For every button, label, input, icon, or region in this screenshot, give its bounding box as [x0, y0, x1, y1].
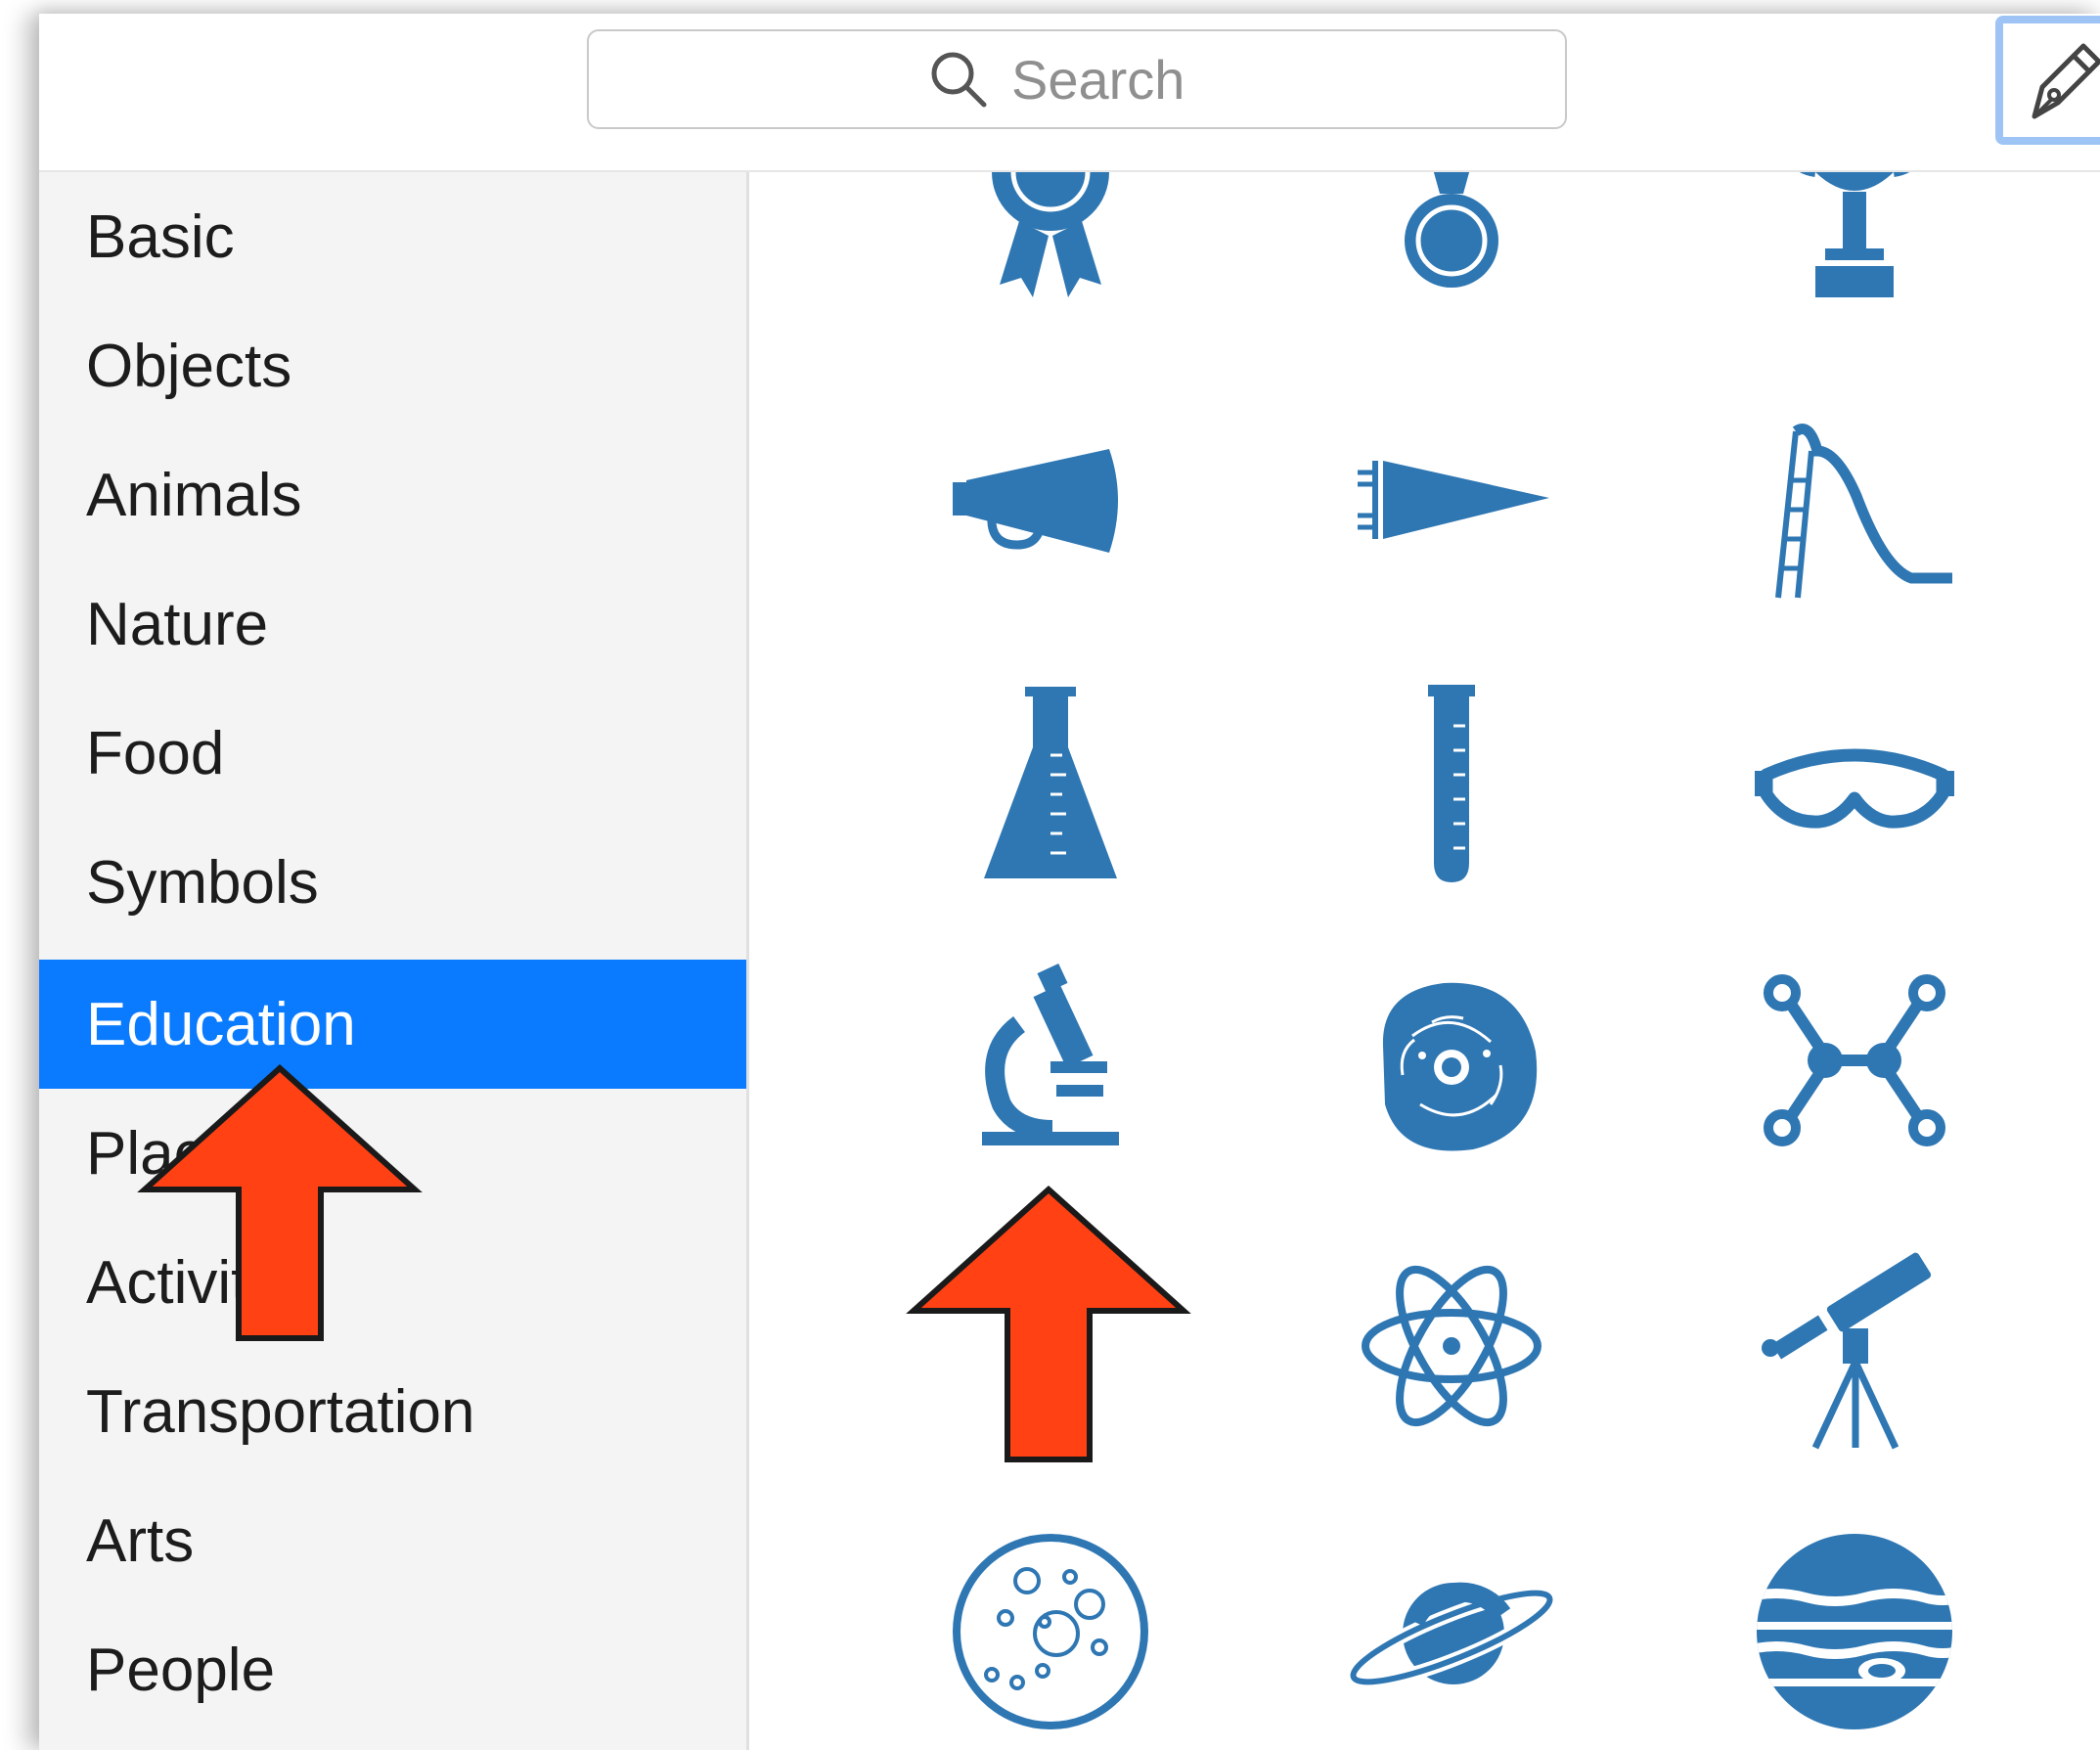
playground-slide-icon	[1775, 424, 1952, 599]
shapes-library-window: Basic Objects Animals Nature Food Symbol…	[39, 14, 2100, 1750]
sidebar-item-food[interactable]: Food	[39, 689, 746, 818]
sidebar-item-label: Food	[86, 719, 225, 787]
microscope-icon	[982, 963, 1119, 1145]
ribbon-award-icon	[992, 172, 1109, 297]
search-field[interactable]	[587, 29, 1567, 129]
safety-goggles-icon	[1755, 748, 1954, 829]
pen-tool-button[interactable]	[1995, 16, 2100, 145]
shape-cell[interactable]	[1344, 1238, 1559, 1454]
saturn-planet-icon	[1346, 1582, 1557, 1689]
molecule-icon	[1764, 974, 1945, 1146]
search-icon	[931, 52, 987, 108]
sidebar-item-nature[interactable]: Nature	[39, 560, 746, 689]
sidebar-item-label: Animals	[86, 461, 302, 529]
sidebar-item-label: Symbols	[86, 848, 319, 917]
sidebar-item-label: People	[86, 1636, 276, 1704]
annotation-arrow-up-icon	[906, 1185, 1191, 1462]
sidebar-item-animals[interactable]: Animals	[39, 430, 746, 560]
sidebar-item-label: Objects	[86, 332, 292, 400]
shape-cell[interactable]	[1344, 172, 1559, 348]
toolbar	[39, 14, 2100, 172]
sidebar-item-symbols[interactable]: Symbols	[39, 818, 746, 947]
telescope-icon	[1762, 1252, 1932, 1450]
pennant-flag-icon	[1358, 461, 1549, 539]
erlenmeyer-flask-icon	[984, 687, 1117, 878]
sidebar-item-transportation[interactable]: Transportation	[39, 1347, 746, 1476]
shape-cell[interactable]	[1747, 1238, 1962, 1454]
pen-tool-icon	[2032, 43, 2100, 119]
trophy-icon	[1799, 172, 1910, 297]
megaphone-icon	[953, 449, 1118, 553]
sidebar-item-objects[interactable]: Objects	[39, 301, 746, 430]
sidebar-item-label: Nature	[86, 590, 269, 658]
sidebar-item-label: Education	[86, 990, 356, 1058]
category-sidebar: Basic Objects Animals Nature Food Symbol…	[39, 172, 749, 1750]
petri-dish-icon	[953, 1534, 1148, 1729]
shape-cell[interactable]	[1747, 392, 1962, 607]
shape-cell[interactable]	[943, 1524, 1158, 1739]
annotation-arrow-up-icon	[137, 1063, 423, 1341]
shape-cell[interactable]	[1747, 1524, 1962, 1739]
jupiter-planet-icon	[1757, 1534, 1952, 1729]
sidebar-item-label: Basic	[86, 202, 235, 271]
shape-cell[interactable]	[1747, 958, 1962, 1173]
medal-icon	[1405, 172, 1498, 288]
shape-cell[interactable]	[1344, 677, 1559, 892]
shapes-grid	[749, 172, 2100, 1750]
shape-cell[interactable]	[1344, 1524, 1559, 1739]
shape-cell[interactable]	[1344, 392, 1559, 607]
shape-cell[interactable]	[1747, 677, 1962, 892]
shape-cell[interactable]	[943, 958, 1158, 1173]
atom-icon	[1362, 1265, 1541, 1427]
sidebar-item-basic[interactable]: Basic	[39, 172, 746, 301]
test-tube-icon	[1428, 685, 1475, 882]
sidebar-item-label: Arts	[86, 1506, 195, 1575]
shape-cell[interactable]	[1344, 958, 1559, 1173]
cell-icon	[1382, 982, 1538, 1151]
sidebar-item-arts[interactable]: Arts	[39, 1476, 746, 1605]
shape-cell[interactable]	[943, 172, 1158, 348]
shape-cell[interactable]	[943, 392, 1158, 607]
shape-cell[interactable]	[1747, 172, 1962, 348]
search-input[interactable]	[1011, 47, 1227, 112]
shape-cell[interactable]	[943, 677, 1158, 892]
sidebar-item-label: Transportation	[86, 1377, 475, 1446]
sidebar-item-people[interactable]: People	[39, 1605, 746, 1734]
